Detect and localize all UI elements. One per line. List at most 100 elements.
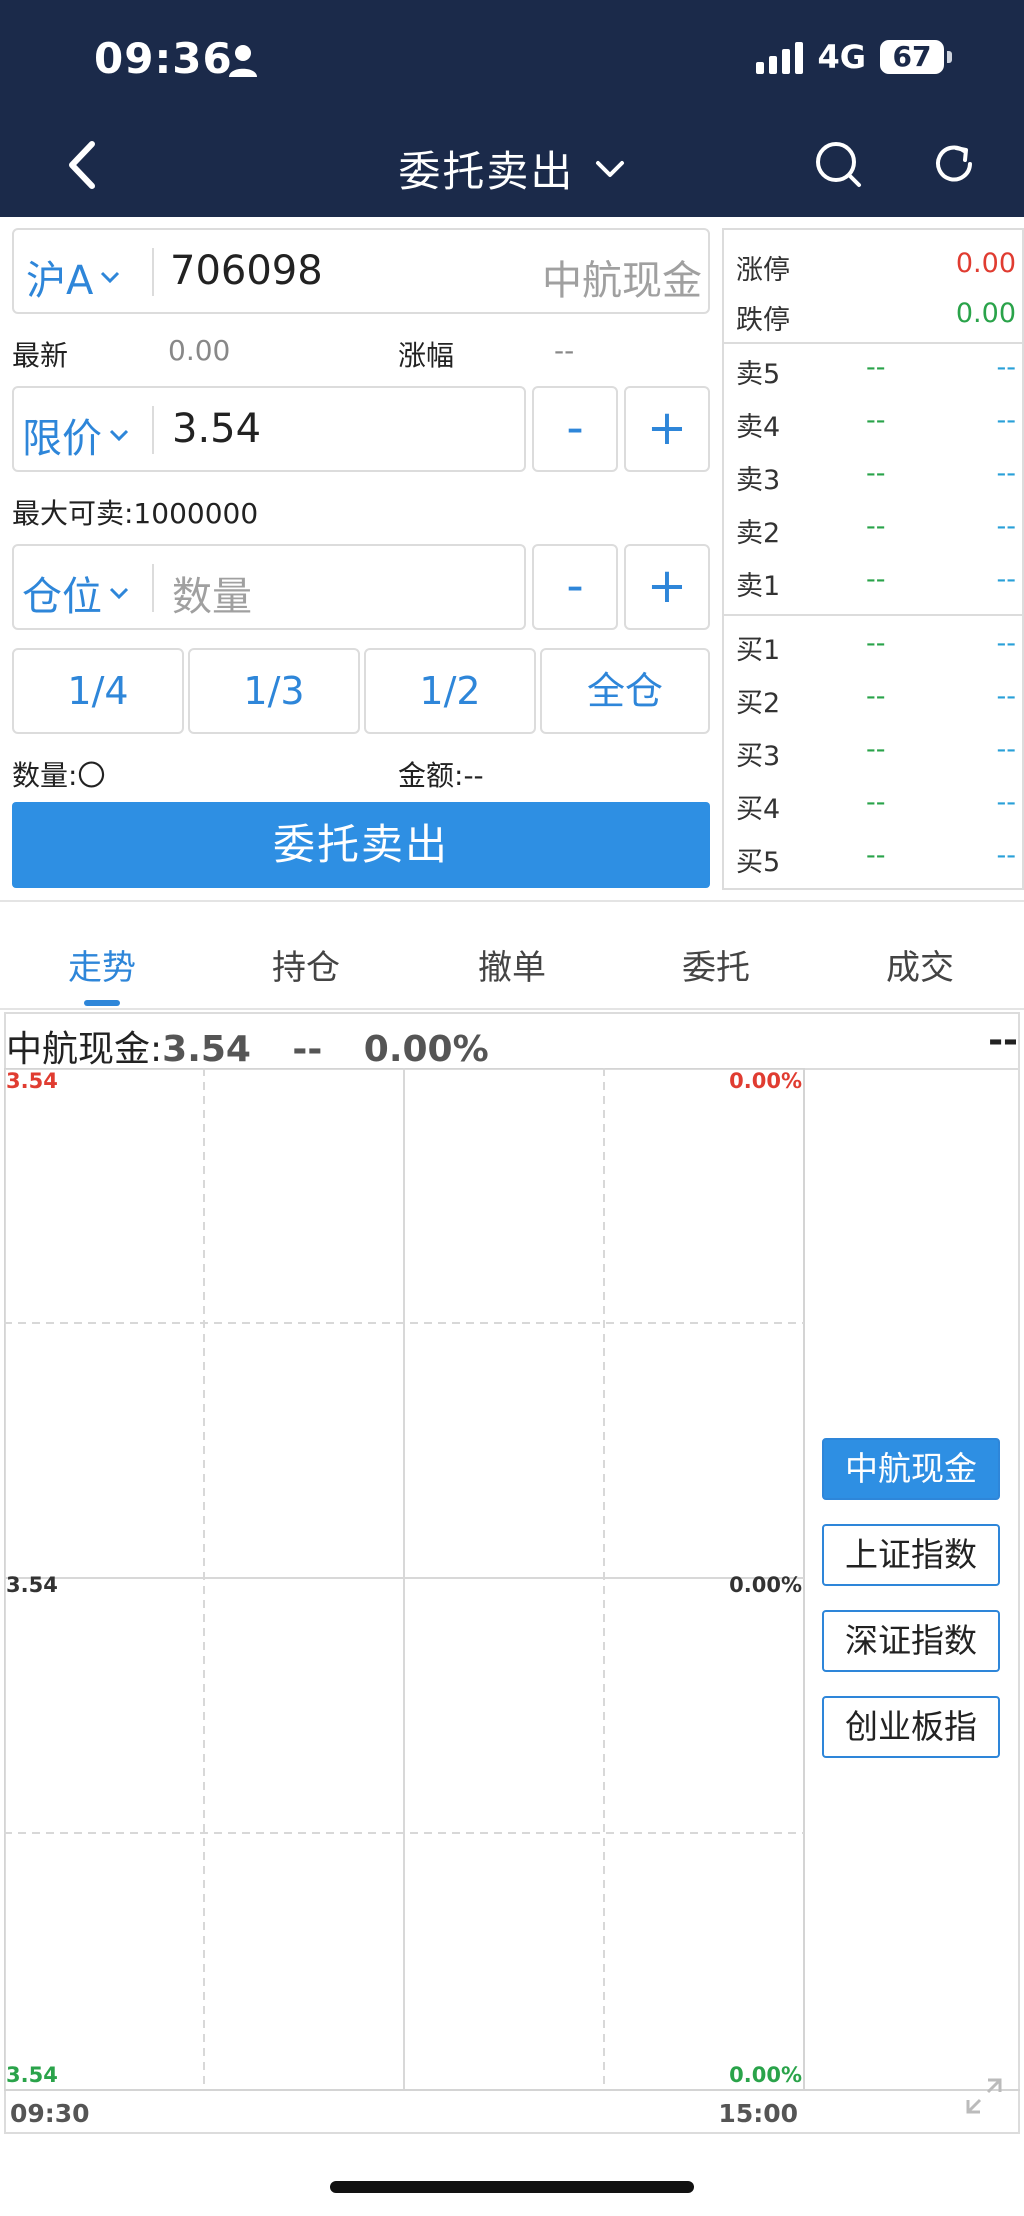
buy-level-5[interactable]: 买5 -- -- bbox=[736, 840, 1016, 880]
buy-level-1[interactable]: 买1 -- -- bbox=[736, 628, 1016, 668]
buy-level-price: -- bbox=[866, 840, 886, 871]
sell-level-label: 卖5 bbox=[736, 359, 781, 390]
ratio-quarter-button[interactable]: 1/4 bbox=[12, 648, 184, 734]
stock-code-field[interactable]: 沪A 706098 中航现金 bbox=[12, 228, 710, 314]
y-top-label: 3.54 bbox=[6, 1069, 58, 1093]
refresh-icon[interactable] bbox=[930, 140, 978, 188]
quantity-field[interactable]: 仓位 数量 bbox=[12, 544, 526, 630]
position-selector[interactable]: 仓位 bbox=[22, 564, 130, 622]
pct-mid-label: 0.00% bbox=[729, 1573, 802, 1597]
buy-level-price: -- bbox=[866, 787, 886, 818]
tab-cancel-order[interactable]: 撤单 bbox=[442, 940, 582, 989]
quantity-minus-button[interactable]: - bbox=[532, 544, 618, 630]
buy-level-volume: -- bbox=[996, 840, 1017, 871]
status-time: 09:36 bbox=[94, 34, 233, 83]
sell-level-price: -- bbox=[866, 405, 886, 436]
tab-holdings[interactable]: 持仓 bbox=[236, 940, 376, 989]
chevron-down-icon bbox=[109, 587, 129, 600]
price-type-label: 限价 bbox=[22, 416, 102, 462]
intraday-chart: 3.54 3.54 3.54 0.00% 0.00% 0.00% 09:30 1… bbox=[4, 1068, 1020, 2128]
signal-icon bbox=[756, 40, 804, 74]
buy-level-volume: -- bbox=[996, 628, 1017, 659]
chart-stock-change: -- bbox=[292, 1029, 323, 1070]
latest-value: 0.00 bbox=[168, 334, 231, 367]
home-indicator[interactable] bbox=[330, 2181, 694, 2193]
amount-summary-label: 金额: bbox=[398, 759, 464, 792]
buy-level-3[interactable]: 买3 -- -- bbox=[736, 734, 1016, 774]
buy-level-4[interactable]: 买4 -- -- bbox=[736, 787, 1016, 827]
buy-level-price: -- bbox=[866, 734, 886, 765]
y-bottom-label: 3.54 bbox=[6, 2063, 58, 2087]
ratio-all-button[interactable]: 全仓 bbox=[540, 648, 710, 734]
x-end-label: 15:00 bbox=[718, 2099, 798, 2128]
price-type-selector[interactable]: 限价 bbox=[22, 406, 130, 464]
index-button-stock[interactable]: 中航现金 bbox=[822, 1438, 1000, 1500]
position-label: 仓位 bbox=[22, 574, 102, 620]
ratio-third-button[interactable]: 1/3 bbox=[188, 648, 360, 734]
price-field[interactable]: 限价 3.54 bbox=[12, 386, 526, 472]
amount-summary: 金额:-- bbox=[398, 754, 484, 794]
sell-level-4[interactable]: 卖4 -- -- bbox=[736, 405, 1016, 445]
sell-level-volume: -- bbox=[996, 352, 1017, 383]
amount-summary-value: -- bbox=[463, 759, 484, 792]
status-indicators: 4G 67 bbox=[756, 38, 952, 76]
market-label: 沪A bbox=[26, 258, 94, 304]
index-button-shanghai[interactable]: 上证指数 bbox=[822, 1524, 1000, 1586]
person-icon bbox=[229, 45, 257, 77]
buy-level-2[interactable]: 买2 -- -- bbox=[736, 681, 1016, 721]
chart-stock-pct: 0.00% bbox=[363, 1029, 489, 1070]
sell-level-label: 卖2 bbox=[736, 518, 781, 549]
price-plus-button[interactable]: + bbox=[624, 386, 710, 472]
x-start-label: 09:30 bbox=[10, 2099, 90, 2128]
page-title[interactable]: 委托卖出 bbox=[0, 138, 1024, 199]
max-sell-text: 最大可卖:1000000 bbox=[12, 497, 259, 530]
chevron-down-icon bbox=[595, 160, 624, 177]
sell-level-label: 卖4 bbox=[736, 412, 781, 443]
sell-level-label: 卖1 bbox=[736, 571, 781, 602]
sell-level-5[interactable]: 卖5 -- -- bbox=[736, 352, 1016, 392]
chart-stock-name: 中航现金: bbox=[6, 1029, 163, 1070]
ratio-half-button[interactable]: 1/2 bbox=[364, 648, 536, 734]
tab-trend[interactable]: 走势 bbox=[32, 940, 172, 989]
battery-level: 67 bbox=[892, 40, 932, 73]
sell-level-3[interactable]: 卖3 -- -- bbox=[736, 458, 1016, 498]
search-icon[interactable] bbox=[814, 140, 862, 188]
y-mid-label: 3.54 bbox=[6, 1573, 58, 1597]
chart-stock-price: 3.54 bbox=[162, 1029, 251, 1070]
pct-bottom-label: 0.00% bbox=[729, 2063, 802, 2087]
chart-header-summary: 中航现金:3.54 -- 0.00% bbox=[6, 1020, 489, 1072]
submit-sell-button[interactable]: 委托卖出 bbox=[12, 802, 710, 888]
sell-level-volume: -- bbox=[996, 458, 1017, 489]
sell-level-1[interactable]: 卖1 -- -- bbox=[736, 564, 1016, 604]
limit-down-value: 0.00 bbox=[955, 298, 1016, 329]
quantity-summary-label: 数量: bbox=[12, 759, 78, 792]
index-button-shenzhen[interactable]: 深证指数 bbox=[822, 1610, 1000, 1672]
limit-down-label: 跌停 bbox=[736, 305, 790, 336]
change-label: 涨幅 bbox=[398, 339, 455, 372]
quantity-input[interactable]: 数量 bbox=[172, 564, 252, 622]
market-selector[interactable]: 沪A bbox=[26, 248, 121, 306]
quantity-summary: 数量:〇 bbox=[12, 754, 105, 794]
limit-up-label: 涨停 bbox=[736, 255, 790, 286]
sell-level-volume: -- bbox=[996, 511, 1017, 542]
quantity-summary-value: 〇 bbox=[77, 759, 106, 792]
page-title-text: 委托卖出 bbox=[398, 147, 575, 196]
index-button-chinext[interactable]: 创业板指 bbox=[822, 1696, 1000, 1758]
buy-level-label: 买2 bbox=[736, 688, 781, 719]
sell-level-price: -- bbox=[866, 564, 886, 595]
tab-deals[interactable]: 成交 bbox=[850, 940, 990, 989]
expand-icon[interactable] bbox=[964, 2076, 1004, 2116]
chart-header: 中航现金:3.54 -- 0.00% -- bbox=[4, 1012, 1020, 1070]
buy-level-label: 买3 bbox=[736, 741, 781, 772]
pct-top-label: 0.00% bbox=[729, 1069, 802, 1093]
sell-level-2[interactable]: 卖2 -- -- bbox=[736, 511, 1016, 551]
sell-level-price: -- bbox=[866, 511, 886, 542]
buy-level-label: 买1 bbox=[736, 635, 781, 666]
quantity-plus-button[interactable]: + bbox=[624, 544, 710, 630]
price-minus-button[interactable]: - bbox=[532, 386, 618, 472]
sell-level-price: -- bbox=[866, 352, 886, 383]
buy-level-label: 买4 bbox=[736, 794, 781, 825]
sell-level-price: -- bbox=[866, 458, 886, 489]
tab-orders[interactable]: 委托 bbox=[646, 940, 786, 989]
stock-code-value: 706098 bbox=[170, 248, 323, 294]
